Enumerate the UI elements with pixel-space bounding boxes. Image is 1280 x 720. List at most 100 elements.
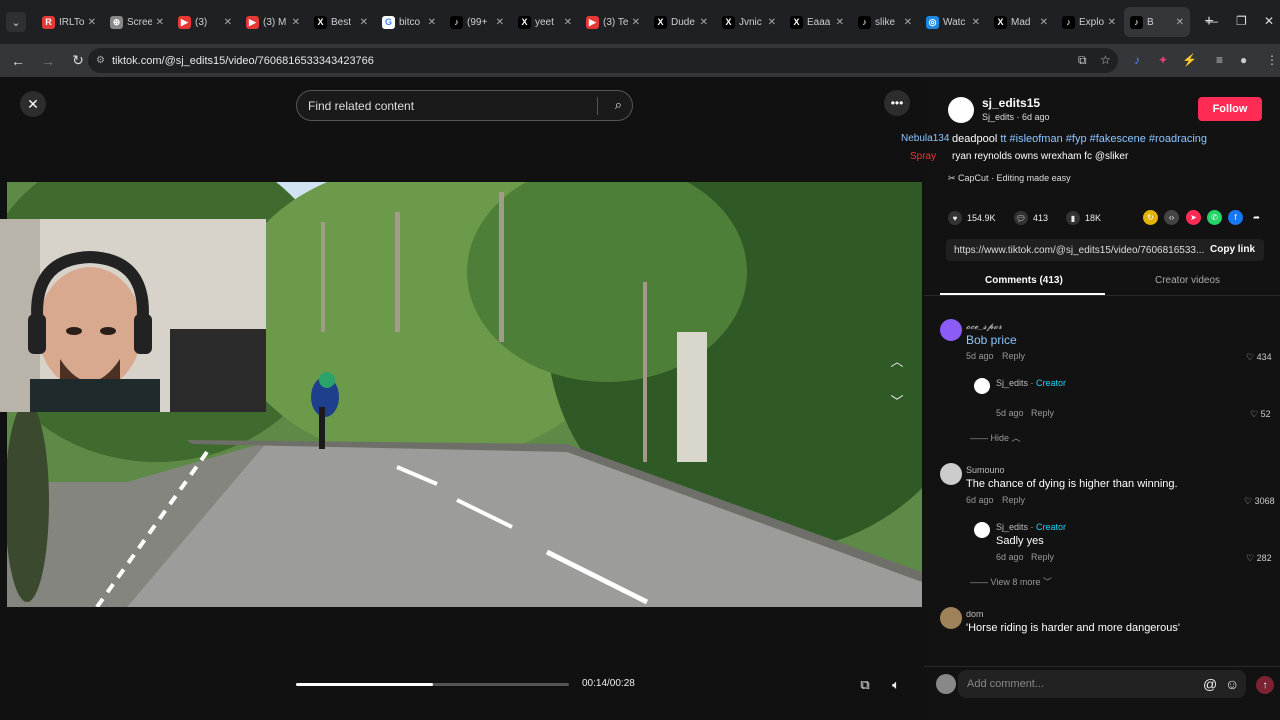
hide-replies-button[interactable]: —— Hide ︿ [970, 431, 1021, 444]
mention-icon[interactable]: @ [1203, 676, 1217, 692]
browser-tab[interactable]: ◎ Watc ✕ [920, 7, 986, 37]
url-field[interactable]: ⚙ tiktok.com/@sj_edits15/video/760681653… [88, 48, 1118, 73]
minimize-icon[interactable]: — [1206, 14, 1218, 28]
whatsapp-icon[interactable]: ✆ [1207, 210, 1222, 225]
more-options-button[interactable]: ••• [884, 90, 910, 116]
comment-author[interactable]: dom [966, 609, 984, 619]
share-icon[interactable]: ➦ [1249, 210, 1264, 225]
tab-close-icon[interactable]: ✕ [972, 17, 980, 28]
reply-button[interactable]: Reply [1031, 552, 1054, 562]
avatar[interactable] [936, 674, 956, 694]
reply-button[interactable]: Reply [1031, 408, 1054, 418]
post-comment-button[interactable]: ↑ [1256, 676, 1274, 694]
previous-video-icon[interactable]: ︿ [886, 349, 908, 371]
browser-tab[interactable]: R IRLTo ✕ [36, 7, 102, 37]
facebook-icon[interactable]: f [1228, 210, 1243, 225]
author-avatar[interactable] [948, 97, 974, 123]
comment-author[interactable]: 𝓸𝓬𝓮_𝓼𝓹𝓸𝓻 [966, 321, 1002, 332]
related-search-input[interactable]: Find related content ⌕ [296, 90, 633, 121]
browser-tab[interactable]: X Mad ✕ [988, 7, 1054, 37]
media-control-icon[interactable]: ≡ [1216, 53, 1223, 67]
avatar[interactable] [974, 378, 990, 394]
reply-author[interactable]: Sj_edits · Creator [996, 378, 1066, 388]
browser-menu-icon[interactable]: ⋮ [1266, 53, 1278, 67]
browser-tab[interactable]: ♪ B ✕ [1124, 7, 1190, 37]
bookmark-icon[interactable]: ▮ [1066, 211, 1080, 225]
tab-close-icon[interactable]: ✕ [360, 17, 368, 28]
caption-music[interactable]: ryan reynolds owns wrexham fc @sliker [952, 151, 1128, 162]
reload-icon[interactable]: ↻ [66, 49, 90, 73]
caption-hashtags[interactable]: tt #isleofman #fyp #fakescene #roadracin… [1000, 133, 1207, 145]
tab-search-icon[interactable]: ⌄ [6, 12, 26, 32]
forward-icon[interactable]: → [36, 49, 60, 73]
comment-stat[interactable]: 💬︎ 413 [1014, 211, 1048, 225]
back-icon[interactable]: ← [6, 49, 30, 73]
comment-likes[interactable]: ♡ 52 [1250, 409, 1271, 420]
comment-likes[interactable]: ♡ 282 [1246, 553, 1272, 564]
video-progress-bar[interactable] [296, 683, 569, 686]
search-icon[interactable]: ⌕ [615, 97, 622, 113]
browser-tab[interactable]: X Jvnic ✕ [716, 7, 782, 37]
embed-icon[interactable]: ‹› [1164, 210, 1179, 225]
comment-likes[interactable]: ♡ 434 [1246, 352, 1272, 363]
browser-tab[interactable]: X Best ✕ [308, 7, 374, 37]
copy-link-button[interactable]: Copy link [1210, 244, 1255, 255]
browser-tab[interactable]: ▶ (3) M ✕ [240, 7, 306, 37]
browser-tab[interactable]: X Dude ✕ [648, 7, 714, 37]
comment-author[interactable]: Sumouno [966, 465, 1005, 475]
tab-creator-videos[interactable]: Creator videos [1155, 275, 1220, 286]
tab-close-icon[interactable]: ✕ [428, 17, 436, 28]
reply-button[interactable]: Reply [1002, 495, 1025, 505]
window-close-icon[interactable]: ✕ [1264, 14, 1274, 28]
browser-tab[interactable]: ▶ (3) ✕ [172, 7, 238, 37]
maximize-icon[interactable]: ❐ [1236, 14, 1247, 28]
close-video-button[interactable]: ✕ [20, 91, 46, 117]
install-icon[interactable]: ⧉ [1078, 53, 1087, 68]
extension-audio-icon[interactable]: ♪ [1134, 53, 1140, 67]
tab-close-icon[interactable]: ✕ [632, 17, 640, 28]
avatar[interactable] [940, 463, 962, 485]
tab-close-icon[interactable]: ✕ [292, 17, 300, 28]
heart-icon[interactable]: ♥ [948, 211, 962, 225]
browser-tab[interactable]: ♪ slike ✕ [852, 7, 918, 37]
like-stat[interactable]: ♥ 154.9K [948, 211, 996, 225]
pip-icon[interactable]: ⧉ [854, 674, 876, 696]
tab-close-icon[interactable]: ✕ [224, 17, 232, 28]
author-username[interactable]: sj_edits15 [982, 96, 1040, 110]
reply-author[interactable]: Sj_edits · Creator [996, 522, 1066, 532]
avatar[interactable] [940, 607, 962, 629]
tab-close-icon[interactable]: ✕ [1040, 17, 1048, 28]
tab-close-icon[interactable]: ✕ [156, 17, 164, 28]
browser-tab[interactable]: Xyeet ✕ [512, 7, 578, 37]
tab-comments[interactable]: Comments (413) [985, 275, 1063, 286]
save-stat[interactable]: ▮ 18K [1066, 211, 1101, 225]
browser-tab[interactable]: X Eaaa ✕ [784, 7, 850, 37]
tab-close-icon[interactable]: ✕ [496, 17, 504, 28]
comment-icon[interactable]: 💬︎ [1014, 211, 1028, 225]
extensions-puzzle-icon[interactable]: ⚡ [1182, 53, 1197, 67]
profile-icon[interactable]: ● [1240, 53, 1247, 67]
emoji-icon[interactable]: ☺ [1225, 676, 1239, 692]
reply-button[interactable]: Reply [1002, 351, 1025, 361]
browser-tab[interactable]: ♪ (99+ ✕ [444, 7, 510, 37]
tab-close-icon[interactable]: ✕ [88, 17, 96, 28]
tab-close-icon[interactable]: ✕ [1108, 17, 1116, 28]
browser-tab[interactable]: ⊕ Scree ✕ [104, 7, 170, 37]
tab-close-icon[interactable]: ✕ [904, 17, 912, 28]
browser-tab[interactable]: Gbitco ✕ [376, 7, 442, 37]
tab-close-icon[interactable]: ✕ [1176, 17, 1184, 28]
tab-close-icon[interactable]: ✕ [700, 17, 708, 28]
bookmark-star-icon[interactable]: ☆ [1100, 53, 1111, 67]
browser-tab[interactable]: ♪ Explo ✕ [1056, 7, 1122, 37]
comment-likes[interactable]: ♡ 3068 [1244, 496, 1275, 507]
avatar[interactable] [974, 522, 990, 538]
tab-close-icon[interactable]: ✕ [564, 17, 572, 28]
next-video-icon[interactable]: ﹀ [886, 389, 908, 411]
tab-close-icon[interactable]: ✕ [836, 17, 844, 28]
volume-icon[interactable]: 🔈︎ [885, 674, 907, 696]
avatar[interactable] [940, 319, 962, 341]
send-icon[interactable]: ➤ [1186, 210, 1201, 225]
capcut-link[interactable]: ✂ CapCut · Editing made easy [948, 173, 1071, 184]
extension-icon[interactable]: ✦ [1158, 53, 1168, 67]
browser-tab[interactable]: ▶ (3) Te ✕ [580, 7, 646, 37]
